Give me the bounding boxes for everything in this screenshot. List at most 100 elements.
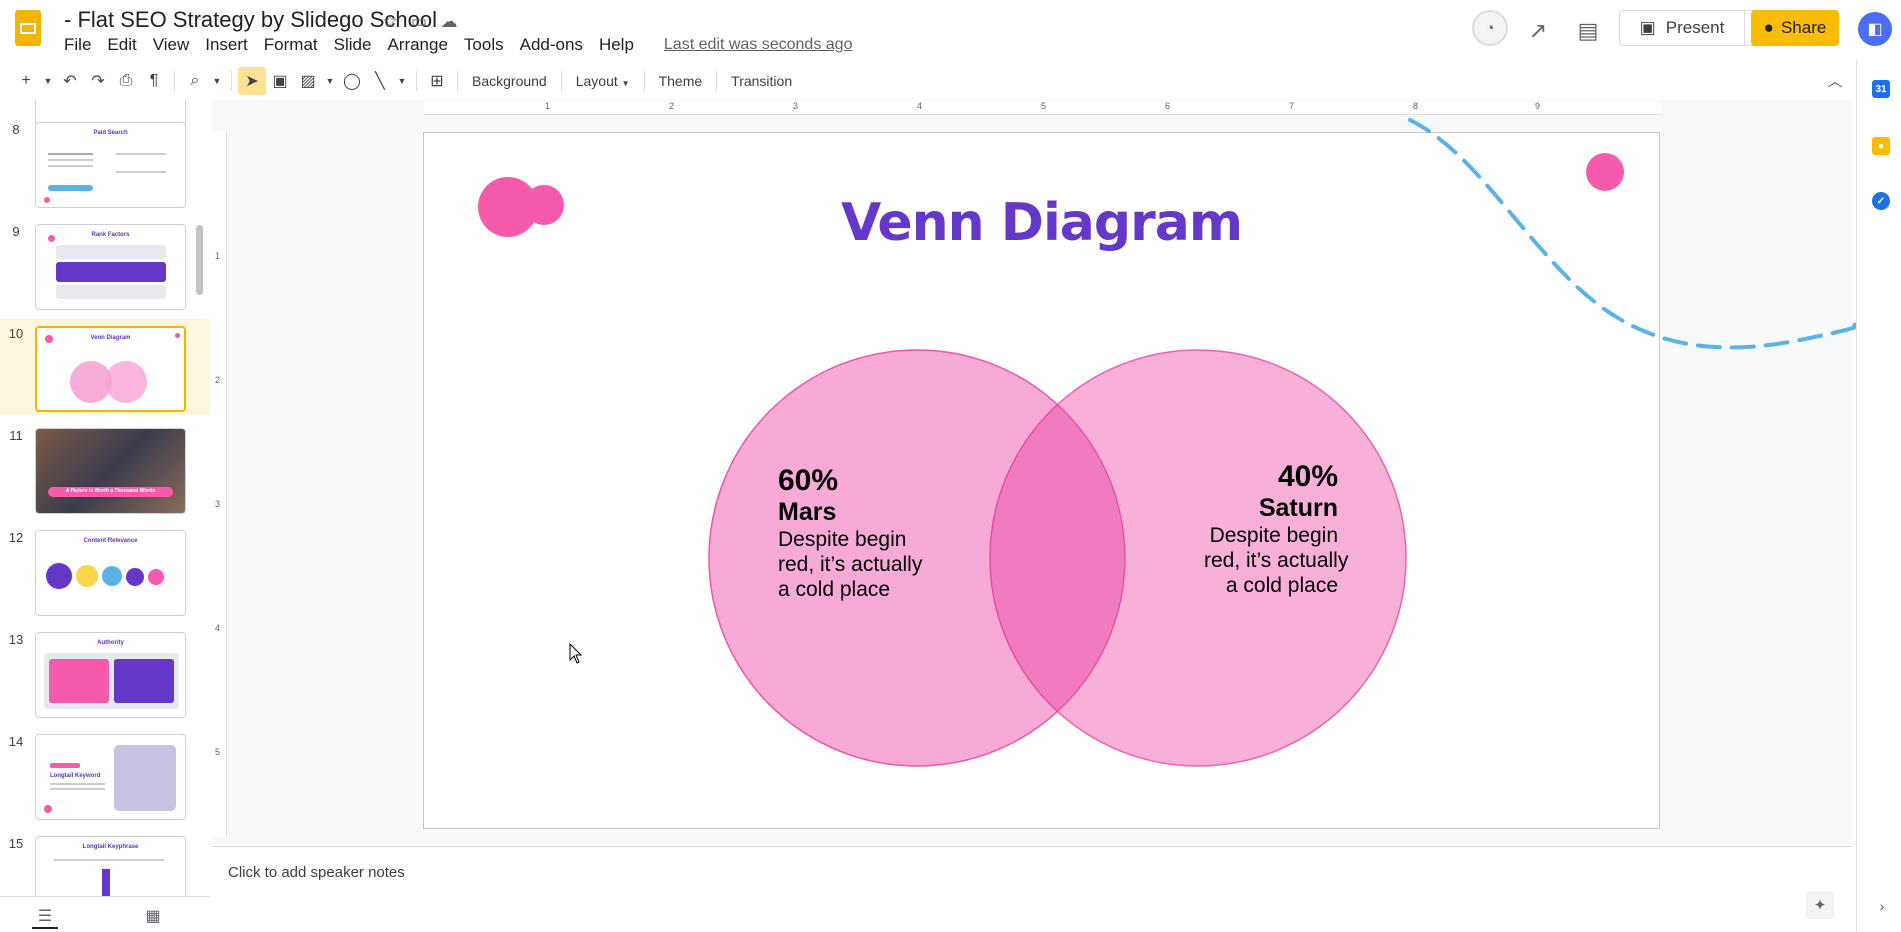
zoom-icon[interactable]: ⌕ xyxy=(181,67,209,95)
menu-bar: File Edit View Insert Format Slide Arran… xyxy=(56,34,860,56)
collaborator-avatar[interactable]: ◔ xyxy=(1472,10,1508,46)
slide-thumbnail-10[interactable]: Venn Diagram xyxy=(35,326,186,412)
slide-number: 8 xyxy=(12,122,20,137)
calendar-icon[interactable]: 31 xyxy=(1872,80,1890,98)
image-icon[interactable]: ▨ xyxy=(294,67,322,95)
slide-thumbnail-8[interactable]: Paid Search xyxy=(35,122,186,208)
menu-tools[interactable]: Tools xyxy=(456,35,512,55)
new-slide-dropdown-icon[interactable]: ▼ xyxy=(40,67,56,95)
image-dropdown-icon[interactable]: ▼ xyxy=(322,67,338,95)
line-icon[interactable]: ╲ xyxy=(366,67,394,95)
share-button[interactable]: ● Share xyxy=(1751,10,1839,46)
slide-thumbnail-9[interactable]: Rank Factors xyxy=(35,224,186,310)
thumbnail-title: Paid Search xyxy=(93,130,128,136)
expand-panel-icon[interactable]: › xyxy=(1874,898,1890,914)
right-planet: Saturn xyxy=(1258,494,1338,522)
thumbnail-title: A Picture Is Worth a Thousand Words xyxy=(65,488,156,494)
thumbnail-title: Rank Factors xyxy=(91,232,130,238)
slide-thumbnail-14[interactable]: Longtail Keyword xyxy=(35,734,186,820)
line-dropdown-icon[interactable]: ▼ xyxy=(394,67,410,95)
last-edit-link[interactable]: Last edit was seconds ago xyxy=(656,36,861,54)
comments-icon[interactable]: ▤ xyxy=(1568,13,1608,49)
slide-thumbnail-15[interactable]: Longtail Keyphrase xyxy=(35,836,186,896)
ruler-label: 2 xyxy=(669,101,675,111)
paint-format-icon[interactable]: ¶ xyxy=(140,67,168,95)
decor-dashed-curve xyxy=(1408,118,1860,350)
ruler-label: 6 xyxy=(1165,101,1171,111)
slide-thumbnail-11[interactable]: A Picture Is Worth a Thousand Words xyxy=(35,428,186,514)
slide-number: 9 xyxy=(12,224,20,239)
mouse-cursor-icon xyxy=(569,643,583,664)
keep-icon[interactable]: ● xyxy=(1872,137,1890,155)
divider xyxy=(457,71,458,91)
divider xyxy=(416,71,417,91)
grid-view-icon[interactable]: ▦ xyxy=(140,905,166,927)
cloud-status-icon[interactable]: ☁ xyxy=(438,11,460,33)
filmstrip[interactable]: 8 Paid Search 9 Rank Factors 10 Venn Dia… xyxy=(0,100,210,896)
left-desc-line: red, it’s actually xyxy=(778,553,923,576)
vertical-ruler[interactable]: 1 2 3 4 5 xyxy=(212,131,227,837)
menu-insert[interactable]: Insert xyxy=(197,35,256,55)
ruler-label: 1 xyxy=(215,251,221,261)
new-slide-icon[interactable]: + xyxy=(12,67,40,95)
menu-arrange[interactable]: Arrange xyxy=(379,35,455,55)
left-desc-line: Despite begin xyxy=(778,528,907,551)
menu-view[interactable]: View xyxy=(145,35,198,55)
move-folder-icon[interactable]: ▭ xyxy=(408,11,430,33)
speaker-notes-placeholder[interactable]: Click to add speaker notes xyxy=(228,864,405,881)
ruler-label: 5 xyxy=(1041,101,1047,111)
ruler-label: 5 xyxy=(215,747,221,757)
menu-format[interactable]: Format xyxy=(256,35,326,55)
transition-button[interactable]: Transition xyxy=(723,73,800,89)
menu-slide[interactable]: Slide xyxy=(326,35,380,55)
divider xyxy=(643,71,645,91)
left-planet: Mars xyxy=(778,498,837,526)
left-desc-line: a cold place xyxy=(778,578,891,601)
right-text-block[interactable]: 40% Saturn Despite begin red, it’s actua… xyxy=(1204,460,1348,598)
slide-thumbnail-12[interactable]: Content Relevance xyxy=(35,530,186,616)
toolbar: + ▼ ↶ ↷ ⎙ ¶ ⌕ ▼ ➤ ▣ ▨ ▼ ◯ ╲ ▼ ⊞ Backgrou… xyxy=(12,66,1842,96)
ruler-label: 7 xyxy=(1289,101,1295,111)
background-button[interactable]: Background xyxy=(464,73,555,89)
shape-icon[interactable]: ◯ xyxy=(338,67,366,95)
account-avatar[interactable]: ◧ xyxy=(1858,12,1892,46)
slide-number: 14 xyxy=(8,734,24,749)
activity-trend-icon[interactable]: ↗ xyxy=(1518,13,1558,49)
speaker-notes-panel[interactable] xyxy=(212,846,1852,896)
menu-edit[interactable]: Edit xyxy=(99,35,144,55)
redo-icon[interactable]: ↷ xyxy=(84,67,112,95)
explore-icon[interactable]: ✦ xyxy=(1806,891,1834,919)
left-percent: 60% xyxy=(778,464,839,497)
share-label: Share xyxy=(1780,18,1827,37)
menu-help[interactable]: Help xyxy=(591,35,642,55)
select-cursor-icon[interactable]: ➤ xyxy=(238,67,266,95)
ruler-label: 1 xyxy=(545,101,551,111)
theme-button[interactable]: Theme xyxy=(651,73,711,89)
collapse-menus-icon[interactable]: ︿ xyxy=(1823,70,1847,90)
filmstrip-view-icon[interactable]: ☰ xyxy=(32,905,58,929)
menu-addons[interactable]: Add-ons xyxy=(512,35,591,55)
left-text-block[interactable]: 60% Mars Despite begin red, it’s actuall… xyxy=(778,464,922,602)
thumbnail-title: Longtail Keyword xyxy=(50,773,101,779)
right-desc-line: Despite begin xyxy=(1209,524,1338,547)
thumbnail-title: Longtail Keyphrase xyxy=(82,844,139,850)
chevron-down-icon: ▼ xyxy=(621,79,630,88)
present-label: Present xyxy=(1665,18,1725,37)
undo-icon[interactable]: ↶ xyxy=(56,67,84,95)
present-button[interactable]: ▣ Present xyxy=(1619,10,1745,46)
filmstrip-scrollbar[interactable] xyxy=(196,225,203,295)
right-percent: 40% xyxy=(1277,460,1338,493)
print-icon[interactable]: ⎙ xyxy=(112,67,140,95)
star-icon[interactable]: ☆ xyxy=(379,11,401,33)
slides-logo[interactable] xyxy=(15,10,41,46)
zoom-dropdown-icon[interactable]: ▼ xyxy=(209,67,225,95)
ruler-label: 3 xyxy=(793,101,799,111)
layout-label: Layout xyxy=(575,73,618,89)
text-box-icon[interactable]: ▣ xyxy=(266,67,294,95)
add-comment-icon[interactable]: ⊞ xyxy=(423,67,451,95)
menu-file[interactable]: File xyxy=(56,35,99,55)
slide-thumbnail-13[interactable]: Authority xyxy=(35,632,186,718)
ruler-label: 4 xyxy=(917,101,923,111)
tasks-icon[interactable]: ✓ xyxy=(1872,192,1890,210)
layout-button[interactable]: Layout ▼ xyxy=(568,73,638,89)
